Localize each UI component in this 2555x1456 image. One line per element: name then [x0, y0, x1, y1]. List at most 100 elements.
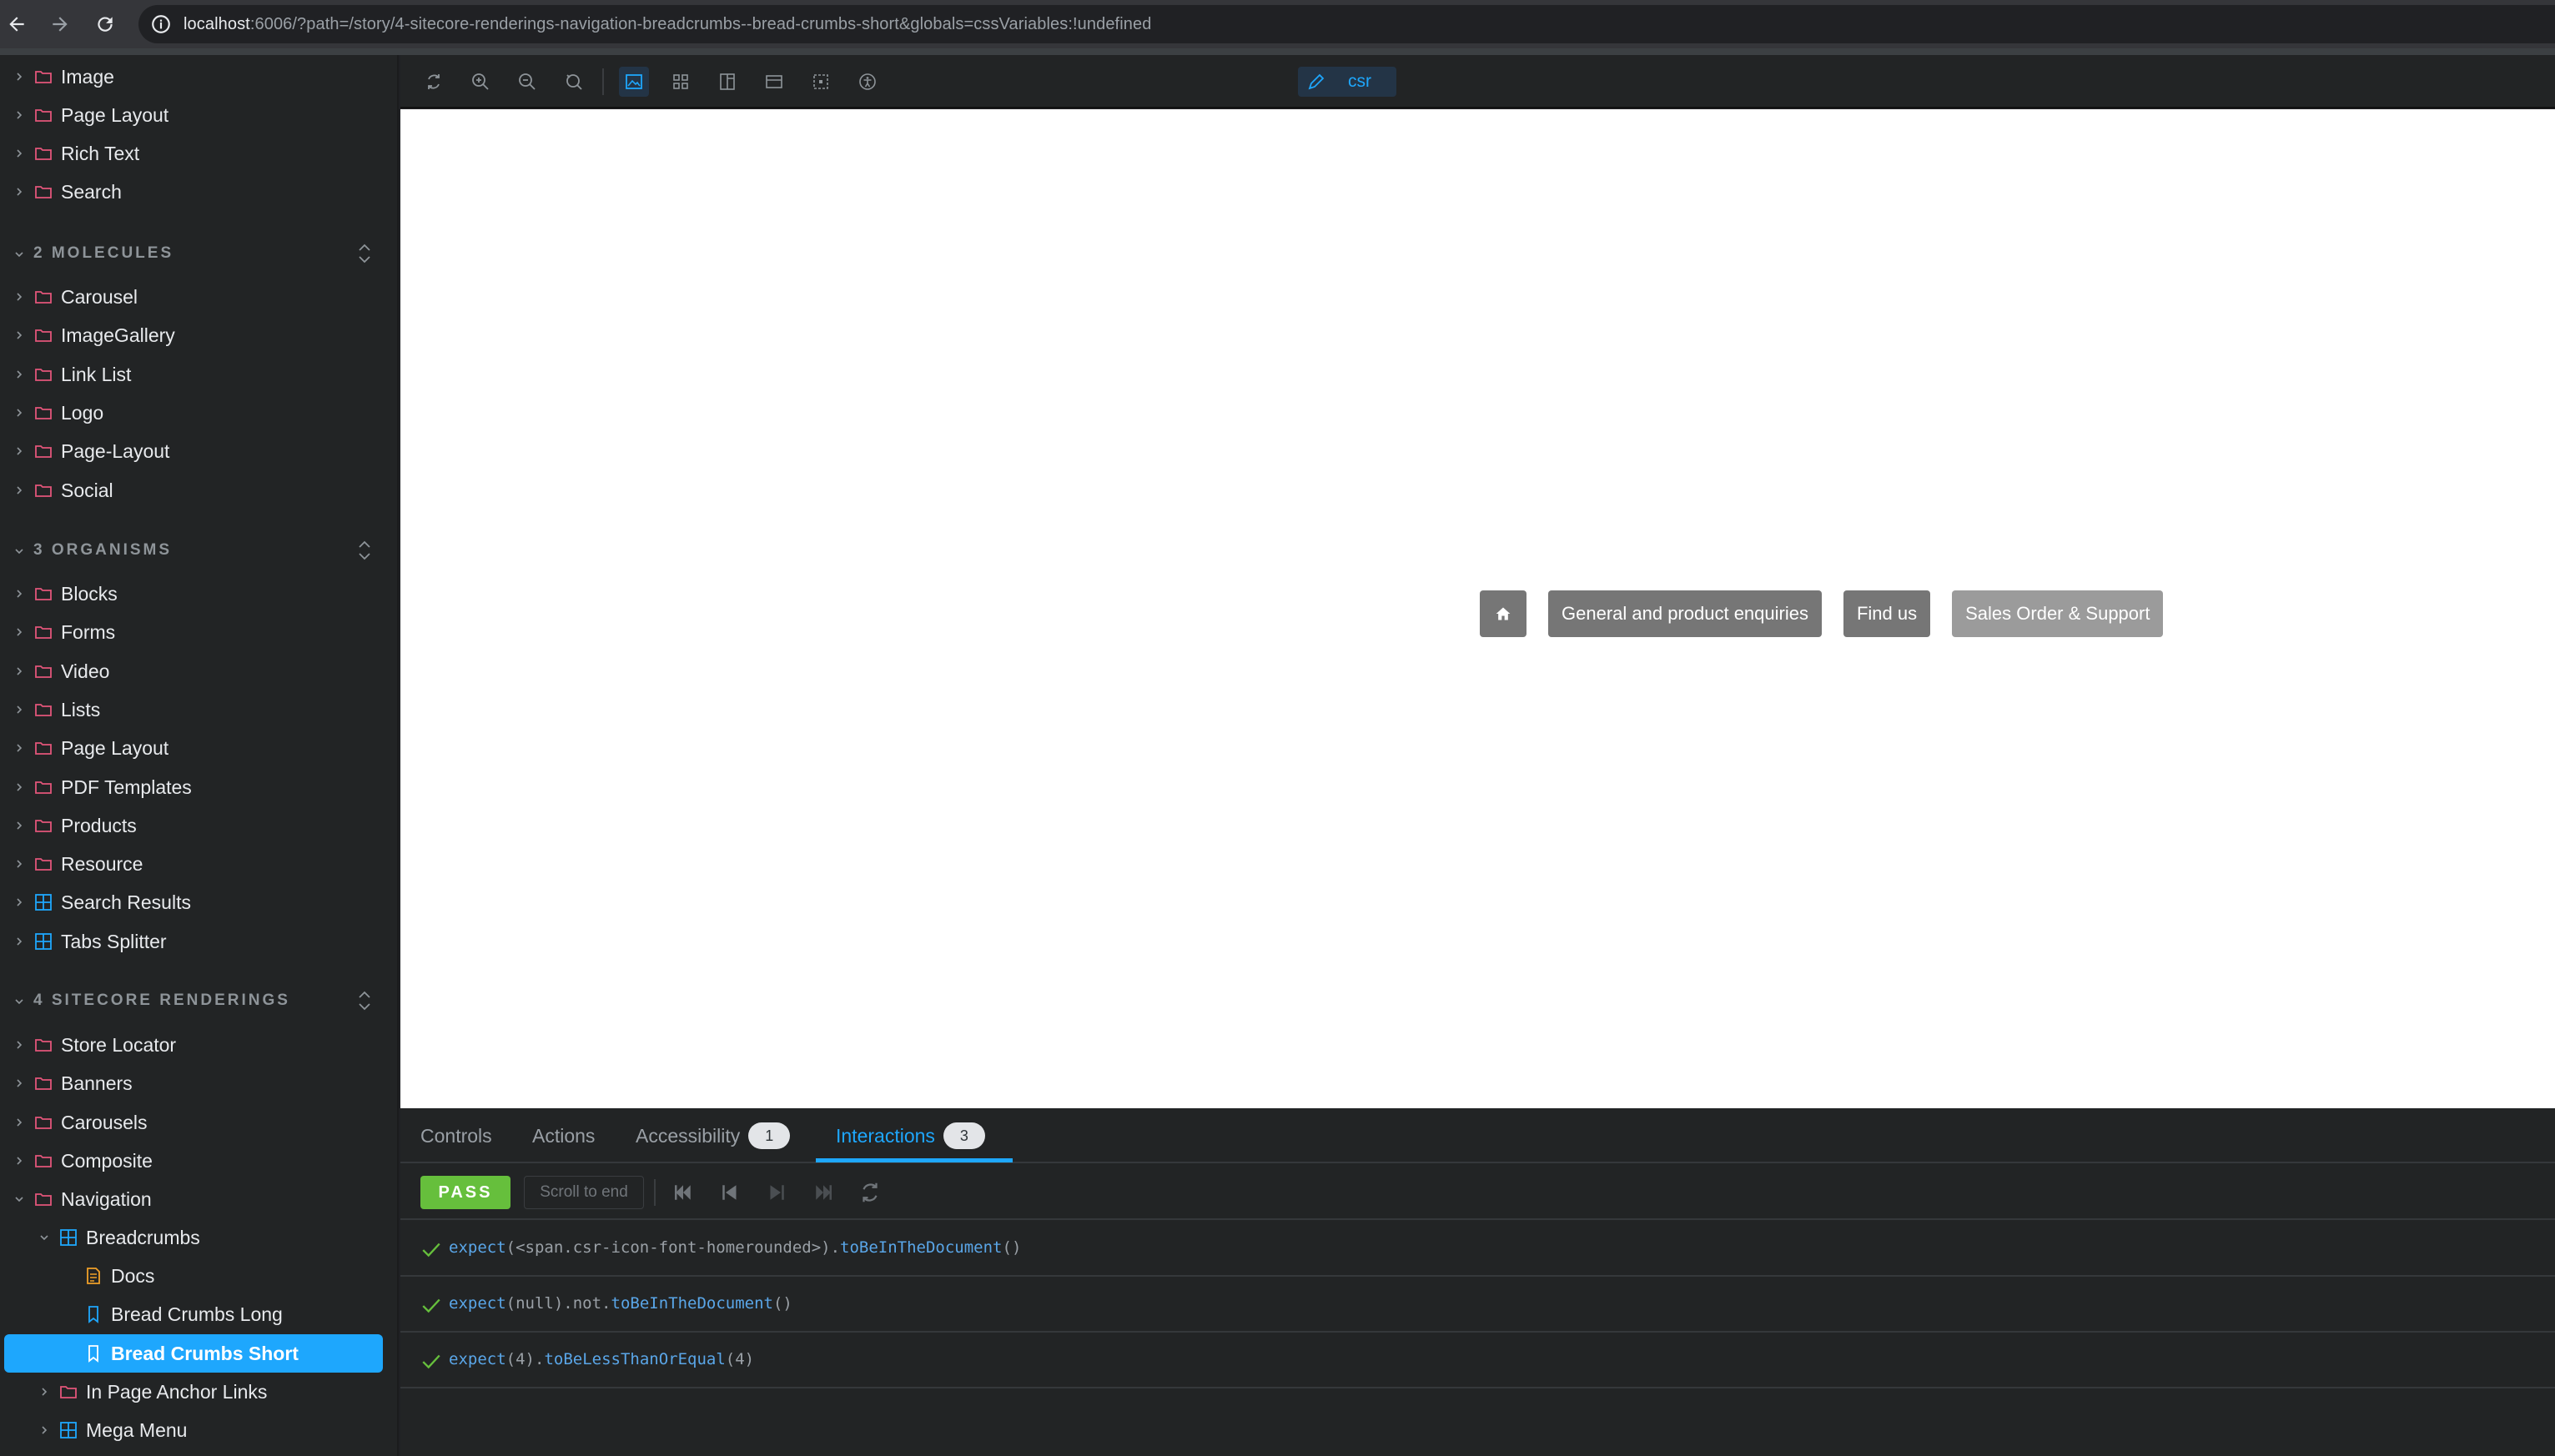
sidebar-item[interactable]: Video: [0, 653, 397, 690]
sidebar-item[interactable]: Banners: [0, 1065, 397, 1102]
chevron-right-icon[interactable]: [13, 484, 25, 496]
sidebar-item-bread-crumbs-long[interactable]: Bread Crumbs Long: [0, 1296, 397, 1333]
chevron-right-icon[interactable]: [13, 820, 25, 831]
tab-actions[interactable]: Actions: [532, 1108, 595, 1163]
chevron-right-icon[interactable]: [13, 291, 25, 303]
breadcrumb-item-1[interactable]: General and product enquiries: [1548, 590, 1822, 637]
tab-controls[interactable]: Controls: [420, 1108, 492, 1163]
section-organisms[interactable]: 3 ORGANISMS: [0, 534, 397, 567]
interaction-row[interactable]: expect(4).toBeLessThanOrEqual(4): [400, 1333, 2555, 1388]
chevron-right-icon[interactable]: [13, 781, 25, 793]
chevron-right-icon[interactable]: [13, 407, 25, 419]
chevron-right-icon[interactable]: [38, 1424, 50, 1436]
sidebar-item[interactable]: Logo: [0, 394, 397, 431]
chevron-right-icon[interactable]: [13, 1117, 25, 1128]
chevron-right-icon[interactable]: [13, 704, 25, 715]
sidebar-item[interactable]: Products: [0, 807, 397, 844]
breadcrumb-home[interactable]: [1480, 590, 1526, 637]
background-icon[interactable]: [619, 67, 649, 97]
go-to-end-icon[interactable]: [811, 1180, 836, 1205]
sidebar-item[interactable]: Blocks: [0, 575, 397, 612]
interaction-row[interactable]: expect(null).not.toBeInTheDocument(): [400, 1278, 2555, 1333]
zoom-reset-icon[interactable]: [559, 67, 589, 97]
sidebar-item-docs[interactable]: Docs: [0, 1258, 397, 1294]
sidebar-item[interactable]: Link List: [0, 356, 397, 393]
chevron-down-icon[interactable]: [13, 1193, 25, 1205]
address-bar[interactable]: localhost:6006/?path=/story/4-sitecore-r…: [138, 5, 2555, 43]
chevron-right-icon[interactable]: [13, 858, 25, 870]
chevron-right-icon[interactable]: [13, 369, 25, 380]
chevron-right-icon[interactable]: [13, 588, 25, 600]
sidebar-item[interactable]: Search: [0, 173, 397, 210]
expand-collapse-icon[interactable]: [355, 242, 374, 265]
back-icon[interactable]: [0, 8, 33, 41]
chevron-down-icon[interactable]: [13, 545, 25, 557]
remount-icon[interactable]: [419, 67, 449, 97]
sidebar-item[interactable]: Search Results: [0, 884, 397, 921]
chevron-down-icon[interactable]: [13, 996, 25, 1007]
tab-interactions[interactable]: Interactions 3: [836, 1108, 985, 1163]
chevron-right-icon[interactable]: [13, 71, 25, 83]
chevron-right-icon[interactable]: [13, 665, 25, 677]
tab-accessibility[interactable]: Accessibility 1: [636, 1108, 791, 1163]
measure-icon[interactable]: [806, 67, 836, 97]
sidebar-item[interactable]: Image: [0, 58, 397, 95]
sidebar-item[interactable]: Resource: [0, 846, 397, 882]
url-text[interactable]: localhost:6006/?path=/story/4-sitecore-r…: [184, 15, 1151, 34]
chevron-right-icon[interactable]: [13, 1077, 25, 1089]
chevron-down-icon[interactable]: [13, 249, 25, 260]
sidebar-item[interactable]: Carousel: [0, 279, 397, 315]
sidebar-item-bread-crumbs-short[interactable]: Bread Crumbs Short: [0, 1334, 397, 1373]
chevron-right-icon[interactable]: [13, 742, 25, 754]
reload-icon[interactable]: [88, 8, 122, 41]
sidebar-item-breadcrumbs[interactable]: Breadcrumbs: [0, 1219, 397, 1256]
section-sitecore-renderings[interactable]: 4 SITECORE RENDERINGS: [0, 984, 397, 1017]
chevron-right-icon[interactable]: [13, 896, 25, 908]
sidebar-item[interactable]: Rich Text: [0, 135, 397, 172]
expand-collapse-icon[interactable]: [355, 539, 374, 562]
grid-icon[interactable]: [666, 67, 696, 97]
step-forward-icon[interactable]: [764, 1180, 789, 1205]
chevron-right-icon[interactable]: [13, 109, 25, 121]
chevron-down-icon[interactable]: [38, 1232, 50, 1243]
sidebar-item-in-page-anchor-links[interactable]: In Page Anchor Links: [0, 1373, 397, 1410]
outline-icon[interactable]: [759, 67, 789, 97]
expand-collapse-icon[interactable]: [355, 989, 374, 1012]
go-to-start-icon[interactable]: [671, 1180, 696, 1205]
sidebar-item[interactable]: Page-Layout: [0, 433, 397, 469]
chevron-right-icon[interactable]: [13, 186, 25, 198]
zoom-out-icon[interactable]: [512, 67, 542, 97]
sidebar-item[interactable]: Tabs Splitter: [0, 923, 397, 960]
sidebar-item[interactable]: ImageGallery: [0, 317, 397, 354]
chevron-right-icon[interactable]: [13, 329, 25, 341]
sidebar-item[interactable]: Page Layout: [0, 97, 397, 133]
accessibility-icon[interactable]: [853, 67, 883, 97]
section-molecules[interactable]: 2 MOLECULES: [0, 237, 397, 270]
csr-theme-button[interactable]: csr: [1298, 67, 1396, 97]
sidebar-item[interactable]: Social: [0, 472, 397, 509]
site-info-icon[interactable]: [150, 13, 172, 35]
chevron-right-icon[interactable]: [13, 445, 25, 457]
sidebar-item[interactable]: Carousels: [0, 1104, 397, 1141]
zoom-in-icon[interactable]: [465, 67, 495, 97]
sidebar-item[interactable]: Forms: [0, 614, 397, 650]
chevron-right-icon[interactable]: [13, 936, 25, 947]
interaction-row[interactable]: expect(<span.csr-icon-font-homerounded>)…: [400, 1222, 2555, 1277]
chevron-right-icon[interactable]: [38, 1386, 50, 1398]
forward-icon[interactable]: [43, 8, 77, 41]
sidebar-item[interactable]: Page Layout: [0, 730, 397, 766]
sidebar-item-mega-menu[interactable]: Mega Menu: [0, 1412, 397, 1448]
sidebar-item[interactable]: Store Locator: [0, 1027, 397, 1063]
breadcrumb-item-2[interactable]: Find us: [1843, 590, 1931, 637]
sidebar-item[interactable]: PDF Templates: [0, 769, 397, 806]
sidebar-item[interactable]: Lists: [0, 691, 397, 728]
chevron-right-icon[interactable]: [13, 1039, 25, 1051]
viewport-icon[interactable]: [712, 67, 742, 97]
chevron-right-icon[interactable]: [13, 626, 25, 638]
rerun-icon[interactable]: [858, 1180, 883, 1205]
sidebar-item[interactable]: Navigation: [0, 1181, 397, 1218]
sidebar-item[interactable]: Composite: [0, 1142, 397, 1179]
step-back-icon[interactable]: [717, 1180, 742, 1205]
chevron-right-icon[interactable]: [13, 1155, 25, 1167]
scroll-to-end-button[interactable]: Scroll to end: [524, 1176, 644, 1209]
